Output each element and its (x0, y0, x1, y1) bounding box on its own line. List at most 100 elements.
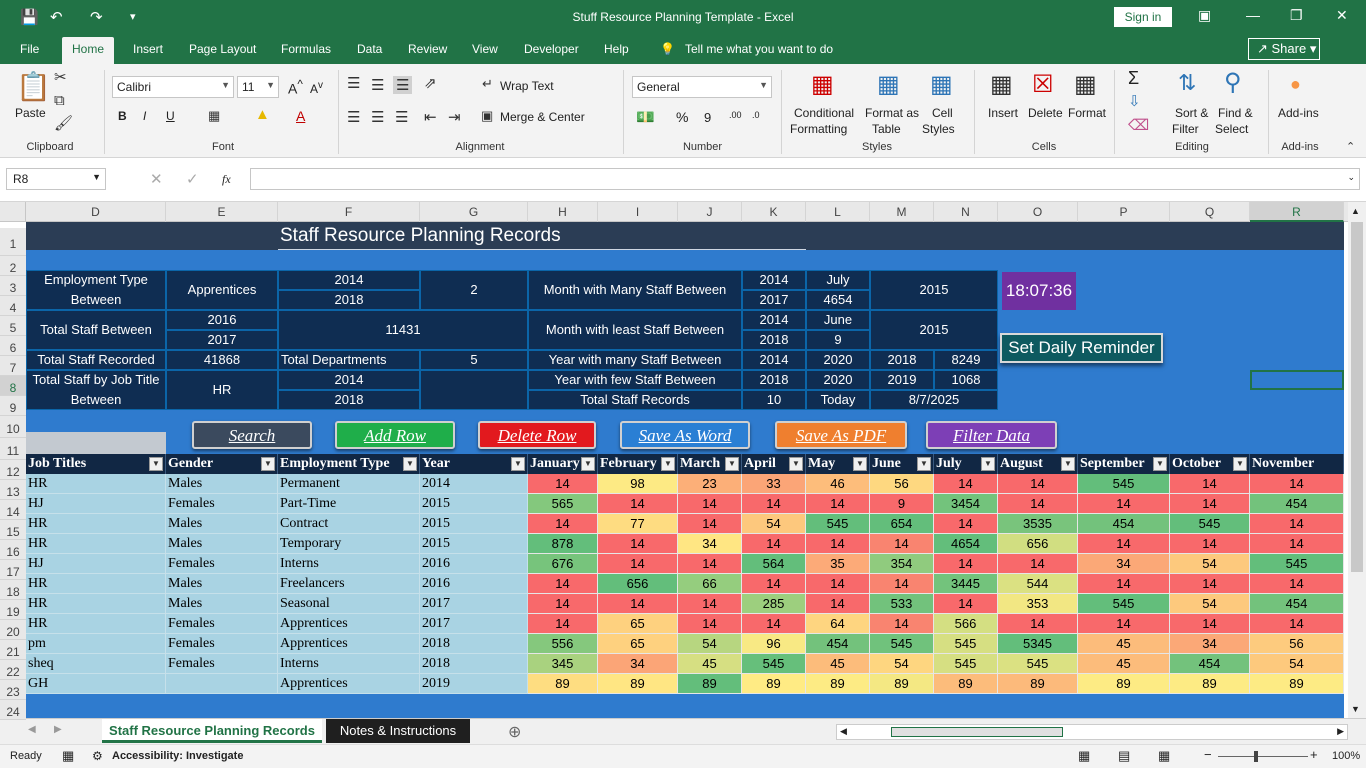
set-daily-reminder-button[interactable]: Set Daily Reminder (1000, 333, 1163, 363)
column-header-M[interactable]: M (870, 202, 934, 222)
table-cell[interactable]: Males (166, 514, 278, 534)
table-header-june[interactable]: June ▼ (870, 454, 934, 474)
table-cell[interactable]: HR (26, 614, 166, 634)
table-cell[interactable]: 14 (1170, 574, 1250, 594)
tab-file[interactable]: File (20, 42, 39, 56)
table-cell[interactable]: HJ (26, 494, 166, 514)
table-cell[interactable]: HJ (26, 554, 166, 574)
table-cell[interactable]: Apprentices (278, 674, 420, 694)
tab-home[interactable]: Home (62, 37, 115, 64)
column-header-H[interactable]: H (528, 202, 598, 222)
table-cell[interactable]: 3445 (934, 574, 998, 594)
table-cell[interactable]: 45 (1078, 654, 1170, 674)
copy-icon[interactable]: ⧉ (54, 92, 65, 109)
column-header-L[interactable]: L (806, 202, 870, 222)
filter-dropdown-icon[interactable]: ▼ (853, 457, 867, 471)
table-cell[interactable]: 14 (1250, 574, 1344, 594)
table-cell[interactable]: Part-Time (278, 494, 420, 514)
format-painter-icon[interactable]: 🖌 (54, 114, 73, 132)
accounting-format-icon[interactable]: 💵 (636, 108, 655, 126)
horizontal-scrollbar[interactable]: ◀ ▶ (836, 724, 1348, 740)
table-cell[interactable]: 545 (870, 634, 934, 654)
table-cell[interactable]: 14 (934, 514, 998, 534)
table-cell[interactable]: 45 (678, 654, 742, 674)
table-cell[interactable]: 2015 (420, 514, 528, 534)
table-cell[interactable]: 565 (528, 494, 598, 514)
row-header-5[interactable]: 5 (0, 316, 26, 336)
cell-styles-line1[interactable]: Cell (932, 106, 953, 120)
enter-icon[interactable]: ✓ (186, 170, 199, 188)
row-header-22[interactable]: 22 (0, 660, 26, 680)
tell-me-box[interactable]: Tell me what you want to do (685, 42, 833, 56)
table-cell[interactable]: 34 (1170, 634, 1250, 654)
align-bottom-icon[interactable]: ☰ (393, 76, 413, 94)
tab-page-layout[interactable]: Page Layout (189, 42, 256, 56)
table-cell[interactable]: 14 (998, 614, 1078, 634)
table-cell[interactable]: 533 (870, 594, 934, 614)
summary-jt-y2[interactable]: 2018 (278, 390, 420, 410)
table-cell[interactable]: Females (166, 654, 278, 674)
column-header-I[interactable]: I (598, 202, 678, 222)
autosum-icon[interactable]: Σ (1128, 68, 1139, 89)
table-cell[interactable]: 14 (598, 594, 678, 614)
zoom-slider[interactable] (1218, 756, 1308, 757)
table-cell[interactable]: 98 (598, 474, 678, 494)
table-cell[interactable]: 14 (998, 554, 1078, 574)
row-header-3[interactable]: 3 (0, 276, 26, 296)
table-cell[interactable]: 56 (1250, 634, 1344, 654)
page-break-view-icon[interactable]: ▦ (1158, 748, 1170, 764)
sort-filter-line2[interactable]: Filter (1172, 122, 1199, 136)
table-cell[interactable]: HR (26, 514, 166, 534)
table-cell[interactable]: 14 (678, 594, 742, 614)
sheet-tab-records[interactable]: Staff Resource Planning Records (102, 719, 322, 743)
table-cell[interactable]: 35 (806, 554, 870, 574)
filter-dropdown-icon[interactable]: ▼ (725, 457, 739, 471)
fill-color-icon[interactable]: ▲ (255, 106, 270, 123)
table-cell[interactable]: 65 (598, 634, 678, 654)
conditional-formatting-line1[interactable]: Conditional (794, 106, 854, 120)
column-header-D[interactable]: D (26, 202, 166, 222)
table-cell[interactable]: 544 (998, 574, 1078, 594)
decrease-decimal-icon[interactable]: .0 (752, 110, 760, 120)
format-as-table-line1[interactable]: Format as (865, 106, 919, 120)
close-icon[interactable]: ✕ (1336, 7, 1348, 24)
filter-dropdown-icon[interactable]: ▼ (1153, 457, 1167, 471)
table-cell[interactable]: GH (26, 674, 166, 694)
table-cell[interactable]: 54 (678, 634, 742, 654)
italic-icon[interactable]: I (143, 109, 146, 123)
font-color-icon[interactable]: A (296, 108, 305, 124)
table-cell[interactable]: 354 (870, 554, 934, 574)
table-cell[interactable]: 14 (678, 494, 742, 514)
table-cell[interactable]: 14 (528, 514, 598, 534)
table-cell[interactable]: 34 (678, 534, 742, 554)
row-header-21[interactable]: 21 (0, 640, 26, 660)
tab-review[interactable]: Review (408, 42, 447, 56)
table-cell[interactable]: 5345 (998, 634, 1078, 654)
table-cell[interactable]: 56 (870, 474, 934, 494)
select-all-corner[interactable] (0, 202, 26, 222)
table-cell[interactable]: 2015 (420, 494, 528, 514)
row-header-9[interactable]: 9 (0, 396, 26, 416)
table-cell[interactable]: HR (26, 474, 166, 494)
table-cell[interactable]: HR (26, 574, 166, 594)
filter-dropdown-icon[interactable]: ▼ (1061, 457, 1075, 471)
column-header-J[interactable]: J (678, 202, 742, 222)
row-header-16[interactable]: 16 (0, 540, 26, 560)
addins-button[interactable]: Add-ins (1278, 106, 1319, 120)
table-cell[interactable]: 23 (678, 474, 742, 494)
column-header-E[interactable]: E (166, 202, 278, 222)
row-header-18[interactable]: 18 (0, 580, 26, 600)
table-cell[interactable]: 89 (806, 674, 870, 694)
table-header-august[interactable]: August ▼ (998, 454, 1078, 474)
orientation-icon[interactable]: ⇗ (424, 74, 437, 92)
increase-indent-icon[interactable]: ⇥ (448, 108, 461, 126)
table-cell[interactable]: 89 (678, 674, 742, 694)
filter-dropdown-icon[interactable]: ▼ (789, 457, 803, 471)
row-header-24[interactable]: 24 (0, 700, 26, 720)
table-header-january[interactable]: January ▼ (528, 454, 598, 474)
scroll-left-icon[interactable]: ◀ (840, 726, 847, 737)
row-header-7[interactable]: 7 (0, 356, 26, 376)
cancel-icon[interactable]: ✕ (150, 170, 163, 188)
next-sheet-icon[interactable]: ▶ (54, 724, 62, 735)
sign-in-button[interactable]: Sign in (1114, 7, 1172, 27)
